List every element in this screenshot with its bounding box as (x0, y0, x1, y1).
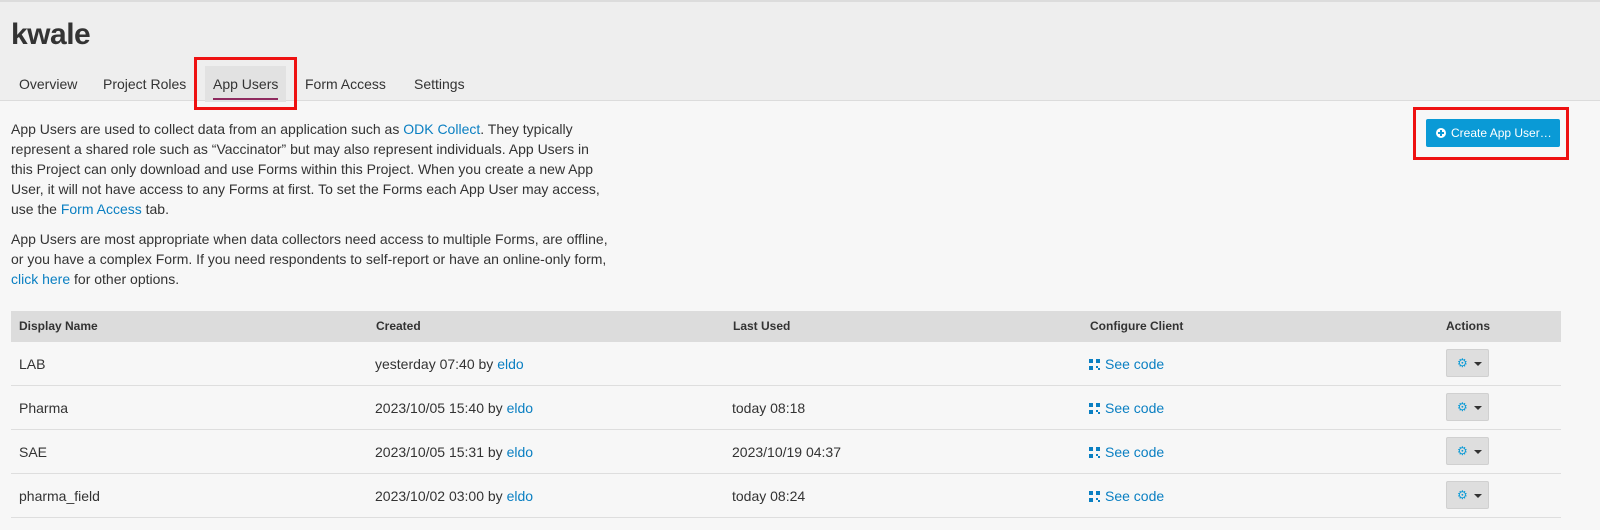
cell-configure-client: See code (1089, 430, 1164, 474)
header-created[interactable]: Created (376, 311, 421, 342)
see-code-label: See code (1105, 444, 1165, 460)
by-text: by (484, 444, 507, 460)
table-header: Display Name Created Last Used Configure… (11, 311, 1561, 342)
table-row: SAE 2023/10/05 15:31 by eldo 2023/10/19 … (11, 430, 1561, 474)
created-date: 2023/10/02 03:00 (375, 488, 484, 504)
qr-code-icon (1089, 359, 1100, 370)
intro-text-3: tab. (141, 201, 169, 217)
app-users-table: Display Name Created Last Used Configure… (11, 311, 1561, 518)
intro-text-4: App Users are most appropriate when data… (11, 231, 608, 267)
see-code-label: See code (1105, 400, 1165, 416)
header-last-used[interactable]: Last Used (733, 311, 790, 342)
tab-overview[interactable]: Overview (19, 66, 77, 102)
see-code-label: See code (1105, 356, 1165, 372)
odk-collect-link[interactable]: ODK Collect (403, 121, 480, 137)
caret-down-icon (1474, 450, 1482, 454)
cell-display-name: SAE (19, 444, 48, 460)
see-code-link[interactable]: See code (1089, 356, 1164, 372)
see-code-label: See code (1105, 488, 1165, 504)
by-text: by (474, 356, 498, 372)
by-text: by (484, 400, 507, 416)
cell-last-used: 2023/10/19 04:37 (732, 444, 841, 460)
project-title: kwale (11, 18, 91, 51)
creator-link[interactable]: eldo (507, 400, 533, 416)
cell-display-name: LAB (19, 356, 46, 372)
actions-dropdown-button[interactable]: ⚙ (1446, 481, 1489, 509)
cell-configure-client: See code (1089, 342, 1164, 386)
header-configure-client: Configure Client (1090, 319, 1184, 333)
tab-settings[interactable]: Settings (414, 66, 465, 102)
cell-display-name: pharma_field (19, 488, 100, 504)
actions-dropdown-button[interactable]: ⚙ (1446, 437, 1489, 465)
tab-app-users-label: App Users (213, 76, 279, 92)
creator-link[interactable]: eldo (507, 444, 533, 460)
actions-dropdown-button[interactable]: ⚙ (1446, 349, 1489, 377)
cell-last-used: today 08:24 (732, 488, 806, 504)
cell-last-used: today 08:18 (732, 400, 806, 416)
by-text: by (484, 488, 507, 504)
header-actions: Actions (1446, 319, 1491, 333)
cell-configure-client: See code (1089, 386, 1164, 430)
create-app-user-button[interactable]: Create App User… (1426, 119, 1560, 147)
gear-icon: ⚙ (1457, 356, 1468, 370)
gear-icon: ⚙ (1457, 444, 1468, 458)
gear-icon: ⚙ (1457, 488, 1468, 502)
create-app-user-label: Create App User… (1451, 126, 1552, 140)
intro-paragraph-2: App Users are most appropriate when data… (11, 229, 611, 289)
see-code-link[interactable]: See code (1089, 444, 1164, 460)
created-date: yesterday 07:40 (375, 356, 475, 372)
table-row: pharma_field 2023/10/02 03:00 by eldo to… (11, 474, 1561, 518)
see-code-link[interactable]: See code (1089, 400, 1164, 416)
intro-text-5: for other options. (70, 271, 180, 287)
actions-dropdown-button[interactable]: ⚙ (1446, 393, 1489, 421)
intro-text-1: App Users are used to collect data from … (11, 121, 404, 137)
tab-app-users[interactable]: App Users (205, 66, 287, 102)
plus-circle-icon (1436, 128, 1446, 138)
creator-link[interactable]: eldo (507, 488, 533, 504)
created-date: 2023/10/05 15:40 (375, 400, 484, 416)
qr-code-icon (1089, 491, 1100, 502)
tab-form-access[interactable]: Form Access (305, 66, 386, 102)
intro-text: App Users are used to collect data from … (11, 119, 611, 299)
page-header: kwale Overview Project Roles App Users F… (0, 0, 1600, 102)
cell-created: yesterday 07:40 by eldo (375, 342, 524, 386)
qr-code-icon (1089, 403, 1100, 414)
cell-created: 2023/10/02 03:00 by eldo (375, 474, 533, 518)
click-here-link[interactable]: click here (11, 271, 70, 287)
tab-project-roles[interactable]: Project Roles (103, 66, 186, 102)
see-code-link[interactable]: See code (1089, 488, 1164, 504)
cell-configure-client: See code (1089, 474, 1164, 518)
caret-down-icon (1474, 362, 1482, 366)
form-access-link[interactable]: Form Access (61, 201, 142, 217)
active-tab-underline (213, 98, 279, 100)
cell-created: 2023/10/05 15:31 by eldo (375, 430, 533, 474)
intro-paragraph-1: App Users are used to collect data from … (11, 119, 611, 219)
table-row: LAB yesterday 07:40 by eldo See code ⚙ (11, 342, 1561, 386)
created-date: 2023/10/05 15:31 (375, 444, 484, 460)
header-display-name[interactable]: Display Name (19, 311, 98, 342)
creator-link[interactable]: eldo (497, 356, 523, 372)
cell-created: 2023/10/05 15:40 by eldo (375, 386, 533, 430)
gear-icon: ⚙ (1457, 400, 1468, 414)
caret-down-icon (1474, 406, 1482, 410)
table-row: Pharma 2023/10/05 15:40 by eldo today 08… (11, 386, 1561, 430)
caret-down-icon (1474, 494, 1482, 498)
cell-display-name: Pharma (19, 400, 69, 416)
qr-code-icon (1089, 447, 1100, 458)
